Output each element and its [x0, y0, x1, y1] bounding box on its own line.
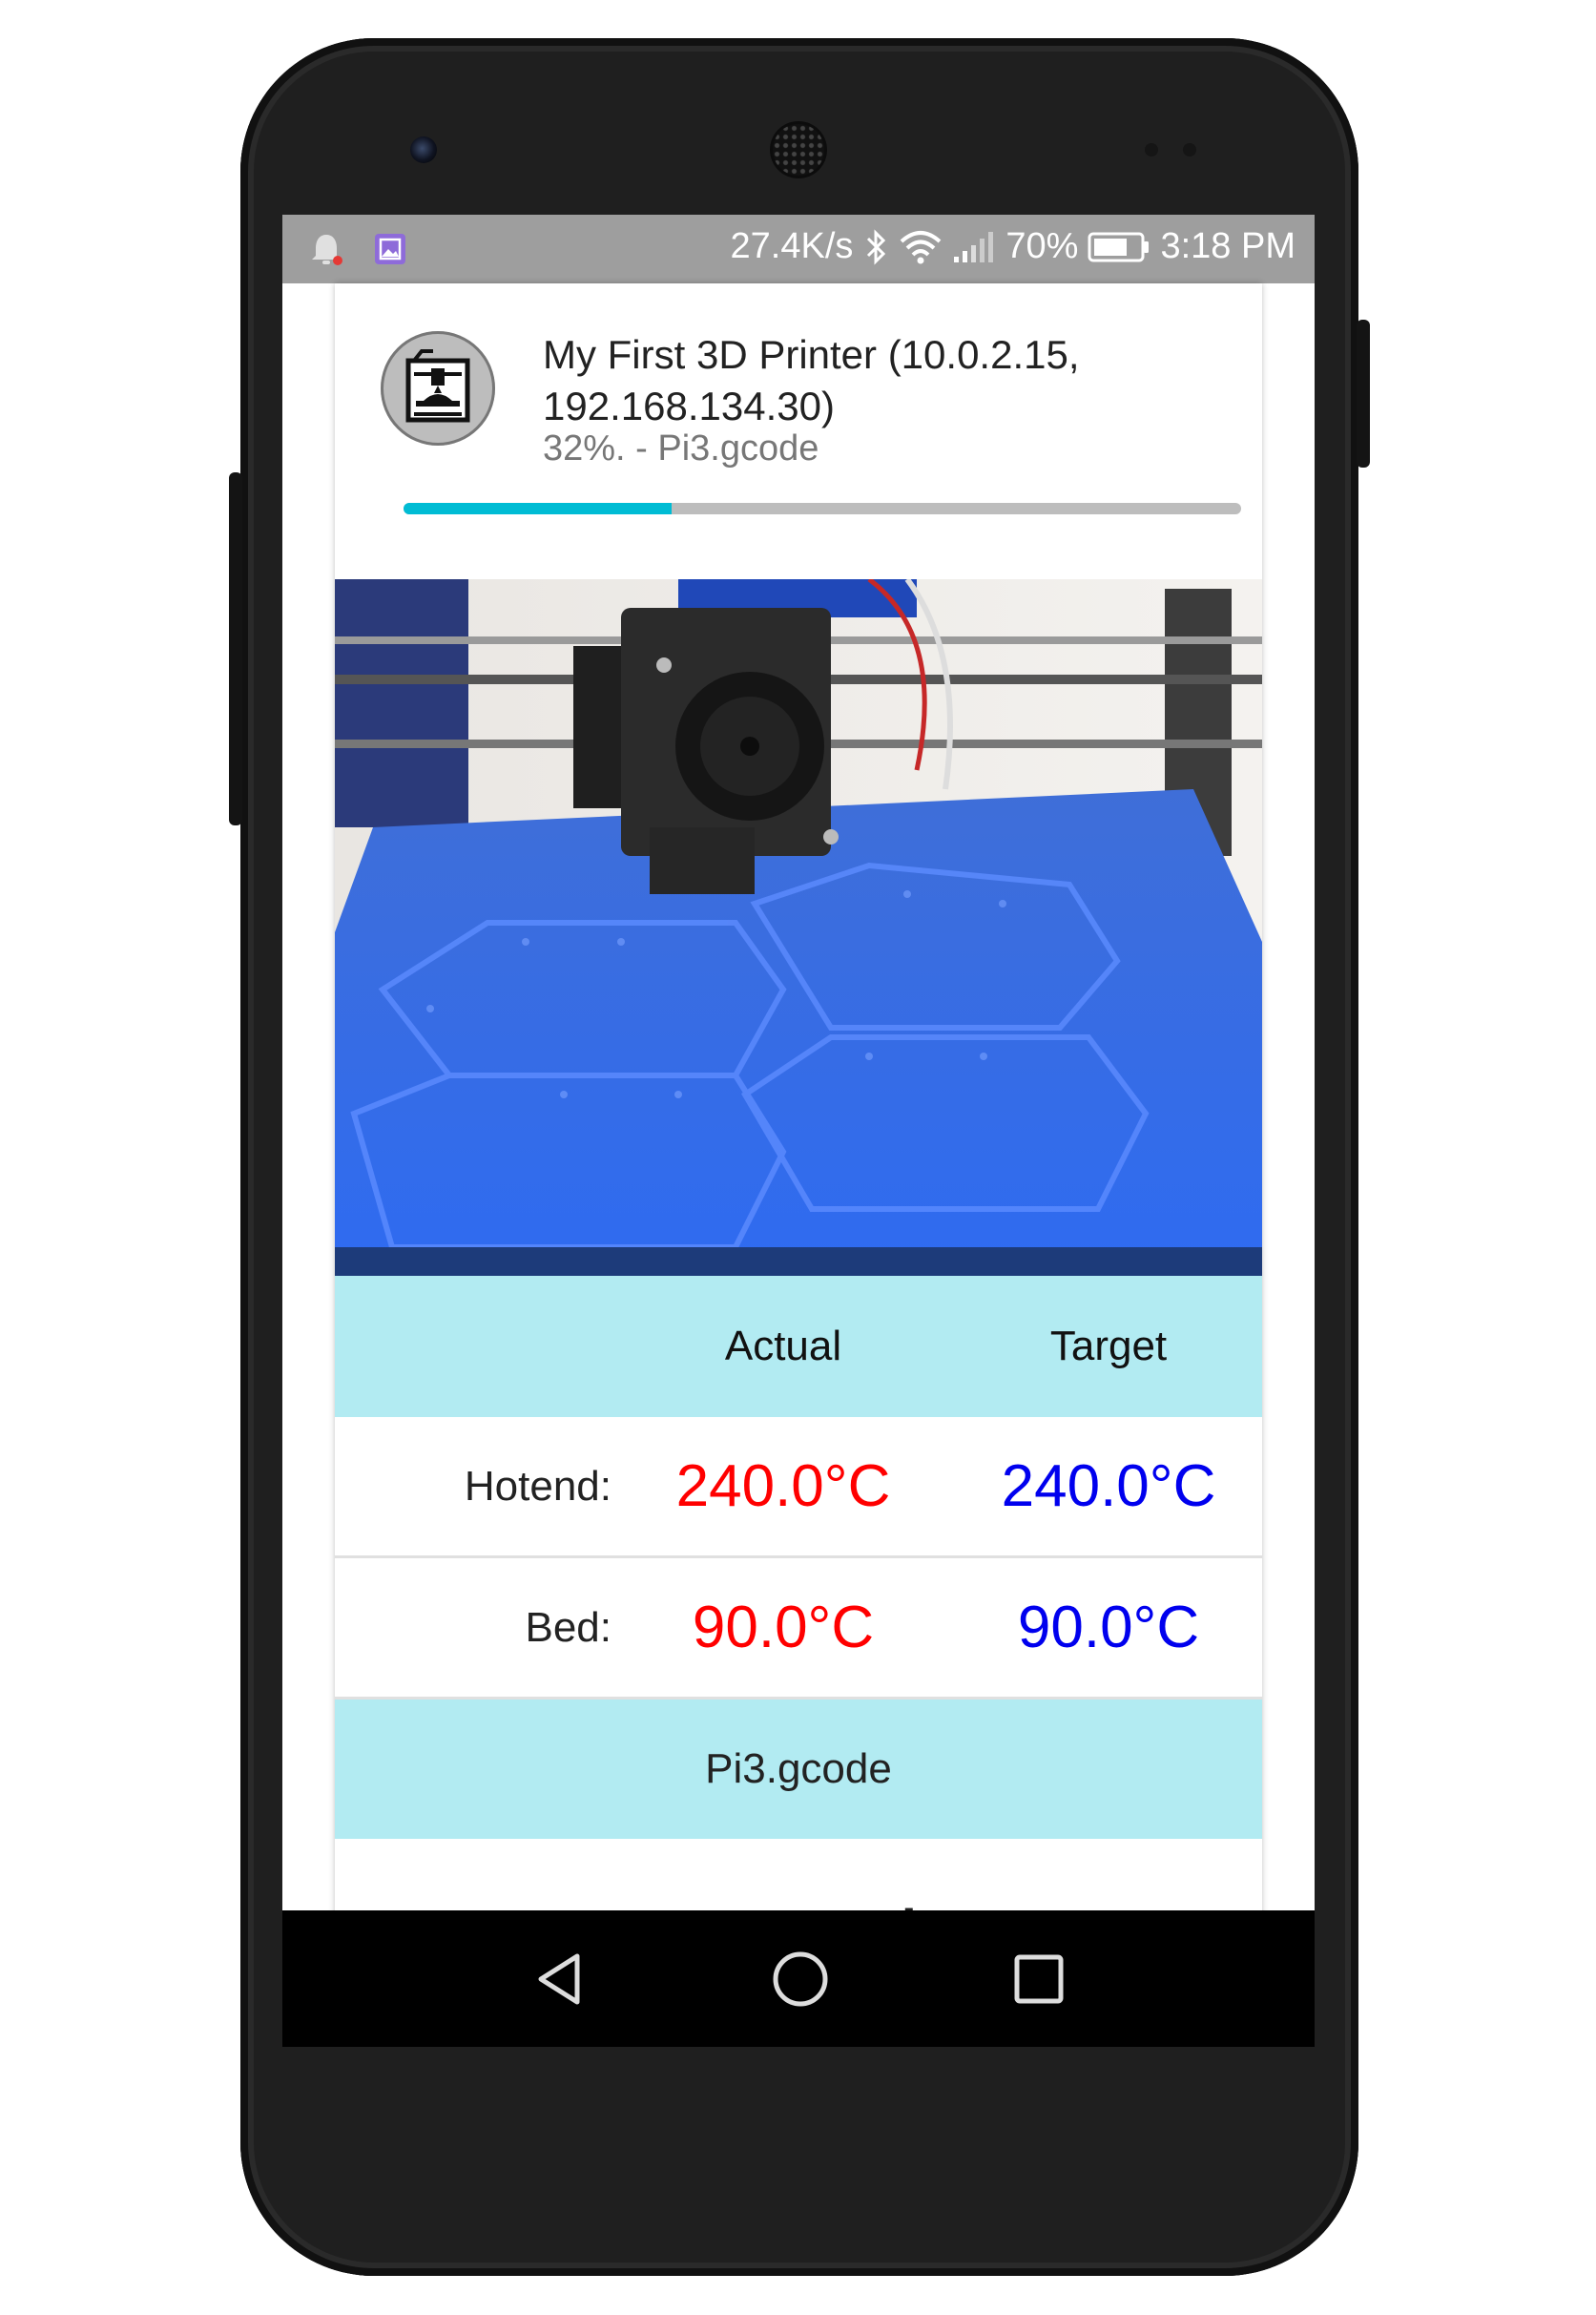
hotend-target-temp[interactable]: 240.0°C: [1002, 1453, 1216, 1519]
printer-name: My First 3D Printer (10.0.2.15, 192.168.…: [543, 332, 1080, 428]
hotend-actual-temp: 240.0°C: [675, 1453, 891, 1519]
battery-percent: 70%: [1005, 226, 1079, 266]
front-camera: [410, 136, 437, 163]
network-speed: 27.4K/s: [730, 226, 854, 266]
back-icon[interactable]: [531, 1950, 589, 2008]
status-bar: 27.4K/s 70% 3:18 PM: [282, 215, 1315, 283]
bed-target-temp[interactable]: 90.0°C: [1018, 1595, 1199, 1660]
print-progress-bar: [404, 503, 1241, 514]
webcam-view[interactable]: [335, 579, 1262, 1276]
volume-button: [229, 472, 242, 825]
hotend-row[interactable]: Hotend: 240.0°C 240.0°C: [335, 1417, 1262, 1558]
gallery-icon: [374, 233, 406, 265]
battery-icon: [1088, 230, 1150, 264]
printer-avatar: [381, 331, 495, 446]
power-button: [1357, 320, 1370, 468]
earpiece-speaker: [773, 124, 824, 176]
bed-label: Bed:: [525, 1603, 611, 1651]
proximity-sensor: [1145, 143, 1158, 156]
notification-bell-icon: [307, 230, 345, 268]
actual-column-header: Actual: [724, 1323, 842, 1369]
clock: 3:18 PM: [1160, 226, 1295, 266]
target-column-header: Target: [1049, 1323, 1168, 1369]
file-row: Pi3.gcode: [335, 1700, 1262, 1839]
wifi-icon: [899, 228, 943, 266]
printer-card[interactable]: My First 3D Printer (10.0.2.15, 192.168.…: [335, 283, 1262, 2001]
print-status: 32%. - Pi3.gcode: [543, 428, 819, 469]
3d-printer-icon: [405, 349, 470, 423]
temperature-table: Actual Target Hotend: 240.0°C 240.0°C Be…: [335, 1276, 1262, 1982]
light-sensor: [1183, 143, 1196, 156]
signal-icon: [952, 228, 996, 266]
webcam-image: [335, 579, 1262, 1276]
progress-fill: [404, 503, 672, 514]
recents-icon[interactable]: [1012, 1952, 1066, 2006]
temperature-header-row: Actual Target: [335, 1276, 1262, 1417]
screen: 27.4K/s 70% 3:18 PM My First 3D Printer …: [282, 215, 1315, 2047]
bed-actual-temp: 90.0°C: [692, 1595, 875, 1660]
bed-row[interactable]: Bed: 90.0°C 90.0°C: [335, 1558, 1262, 1700]
bluetooth-icon: [862, 228, 889, 266]
navigation-bar: [282, 1910, 1315, 2047]
app-content[interactable]: My First 3D Printer (10.0.2.15, 192.168.…: [282, 283, 1315, 2001]
job-file-name: Pi3.gcode: [705, 1745, 892, 1792]
hotend-label: Hotend:: [464, 1462, 611, 1510]
home-icon[interactable]: [770, 1949, 831, 2010]
